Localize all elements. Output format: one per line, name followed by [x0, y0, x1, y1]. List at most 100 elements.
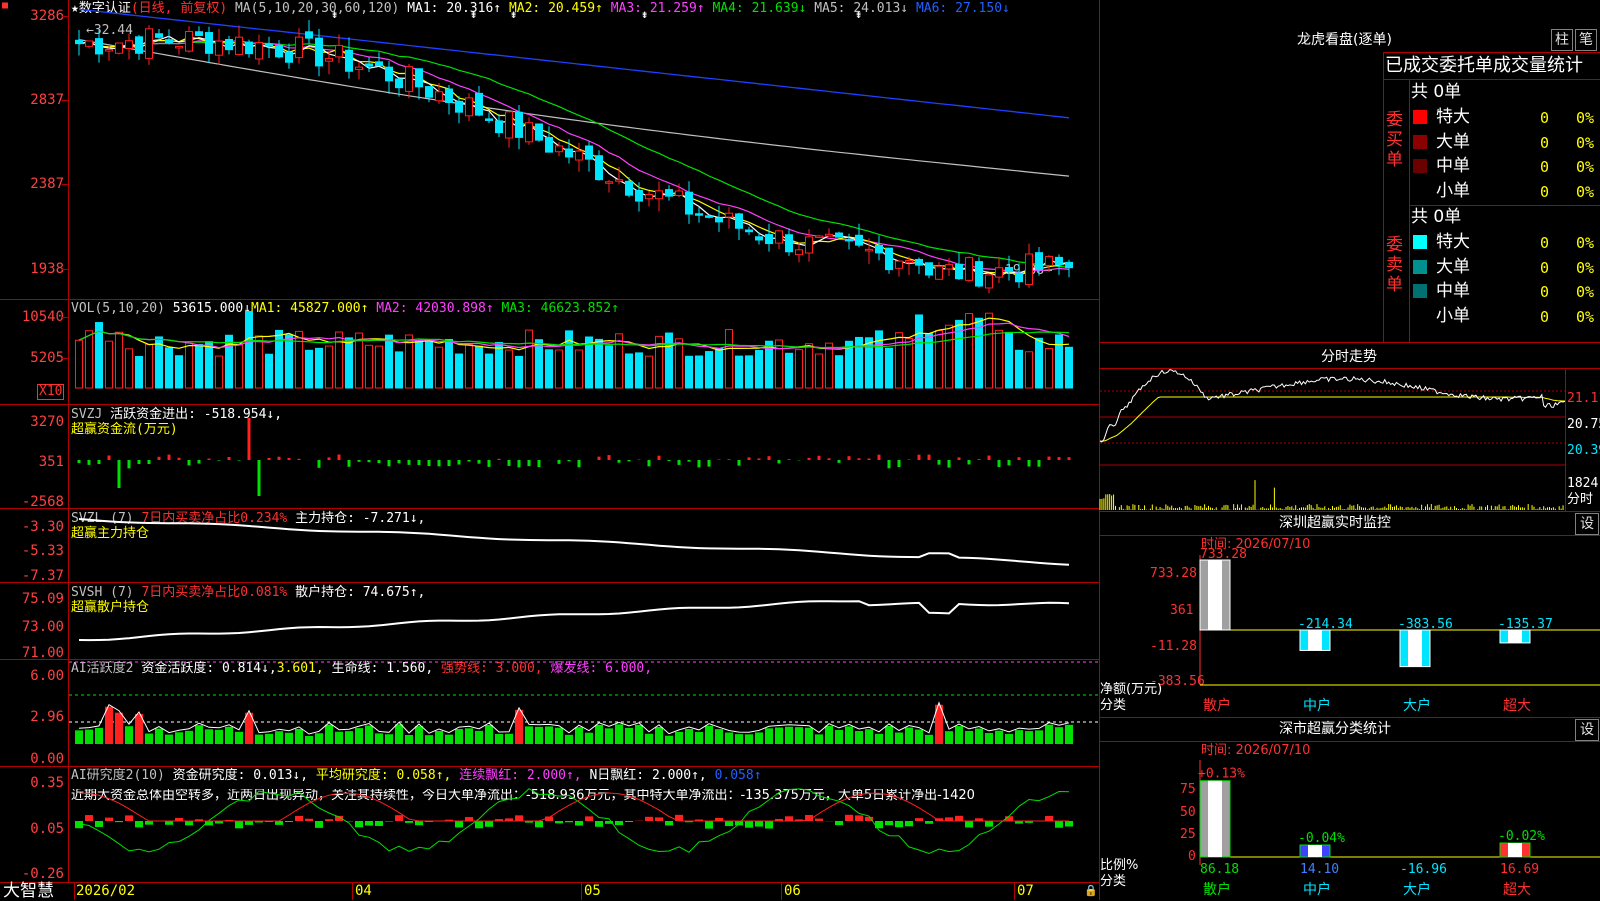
svsh-axis-1: 75.09 [2, 591, 64, 607]
dragon-tiger-tabs[interactable]: 已成交委托单成交量统计 [1385, 56, 1583, 76]
research-bar [765, 821, 773, 829]
candle-body [596, 156, 603, 180]
sell-swatch-2 [1413, 284, 1427, 298]
bar-mode-button[interactable]: 柱 [1551, 29, 1573, 51]
research-bar [415, 821, 423, 825]
monitor-bar-0-highlight [1208, 560, 1222, 630]
candle-body [316, 38, 323, 66]
activity-bar [525, 726, 533, 744]
svzj-chart[interactable] [69, 405, 1099, 508]
activity-bar [265, 734, 273, 744]
activity-bar [545, 726, 553, 744]
volume-bar [816, 354, 823, 388]
research-bar [105, 818, 113, 821]
activity-bar [725, 732, 733, 744]
research-bar [85, 815, 93, 821]
candle-body [856, 235, 863, 245]
activity-bar [965, 731, 973, 744]
ai-active-chart[interactable] [69, 660, 1099, 766]
research-bar [655, 817, 663, 821]
activity-bar [125, 726, 133, 744]
activity-bar [695, 732, 703, 744]
candlestick-chart[interactable]: ⇟⇟⇟⇟⇟ [69, 0, 1099, 299]
research-bar [135, 821, 143, 827]
sell-row-name: 小单 [1436, 306, 1470, 326]
volume-bar [926, 334, 933, 388]
candle-body [826, 234, 833, 236]
ai-research-chart[interactable] [69, 767, 1099, 882]
candle-body [386, 67, 393, 81]
research-bar [915, 818, 923, 821]
activity-bar [1015, 730, 1023, 744]
volume-bar [286, 335, 293, 388]
research-bar [165, 821, 173, 825]
sz-class-settings-button[interactable]: 设 [1575, 719, 1599, 741]
research-bar [905, 821, 913, 826]
sell-row-pct: 0% [1576, 259, 1594, 277]
activity-bar [485, 725, 493, 744]
research-bar [1055, 821, 1063, 828]
activity-bar [535, 727, 543, 744]
candle-body [1016, 273, 1023, 282]
research-bar [725, 821, 733, 826]
class-bar-label-0: +0.13% [1198, 767, 1245, 782]
activity-bar [275, 731, 283, 744]
candle-body [106, 50, 113, 52]
buy-swatch-0 [1413, 110, 1427, 124]
date-label-4: 07 [1017, 884, 1034, 898]
candle-body [346, 50, 353, 71]
activity-bar [715, 729, 723, 744]
candle-body [326, 58, 333, 61]
volume-bar [686, 356, 693, 388]
activity-bar [605, 728, 613, 744]
intraday-chart[interactable] [1100, 369, 1566, 511]
activity-bar [645, 734, 653, 744]
intraday-vol-axis-1: 1824 [1567, 477, 1598, 491]
candle-body [726, 213, 733, 217]
activity-bar [145, 734, 153, 744]
activity-bar [255, 735, 263, 744]
activity-bar [385, 734, 393, 744]
candle-body [276, 46, 283, 57]
volume-bar [516, 356, 523, 388]
candle-body [576, 151, 583, 160]
svzl-chart[interactable] [69, 509, 1099, 582]
candle-body [426, 87, 433, 98]
pen-mode-button[interactable]: 笔 [1575, 29, 1597, 51]
svsh-chart[interactable] [69, 583, 1099, 659]
volume-bar [666, 333, 673, 388]
volume-bar [246, 312, 253, 389]
sz-monitor-settings-button[interactable]: 设 [1575, 513, 1599, 535]
volume-bar [556, 350, 563, 388]
buy-row-pct: 0% [1576, 183, 1594, 201]
sell-row-count: 0 [1540, 234, 1549, 252]
volume-bar [576, 350, 583, 388]
activity-bar [755, 732, 763, 744]
volume-bar [596, 339, 603, 388]
volume-bar [266, 354, 273, 388]
buy-row-pct: 0% [1576, 109, 1594, 127]
ai-research-axis-3: -0.26 [2, 866, 64, 882]
sz-class-axis-1: 75 [1180, 783, 1196, 797]
volume-bar [716, 349, 723, 388]
activity-bar [685, 729, 693, 744]
candle-body [466, 98, 473, 116]
lock-icon[interactable]: 🔒 [1084, 884, 1098, 897]
candle-body [996, 268, 1003, 277]
sz-class-axis-2: 50 [1180, 806, 1196, 820]
sz-monitor-cat-1: 中户 [1303, 699, 1331, 713]
volume-chart[interactable] [69, 300, 1099, 404]
volume-bar [786, 353, 793, 388]
activity-bar [775, 727, 783, 744]
activity-bar [365, 726, 373, 744]
buy-swatch-1 [1413, 135, 1427, 149]
research-bar [735, 821, 743, 825]
class-value-2: -16.96 [1400, 862, 1447, 877]
volume-bar [1066, 347, 1073, 388]
volume-bar [306, 350, 313, 388]
volume-bar [436, 347, 443, 388]
activity-bar [825, 726, 833, 744]
activity-bar [915, 730, 923, 744]
research-bar [115, 821, 123, 822]
activity-bar [905, 728, 913, 744]
